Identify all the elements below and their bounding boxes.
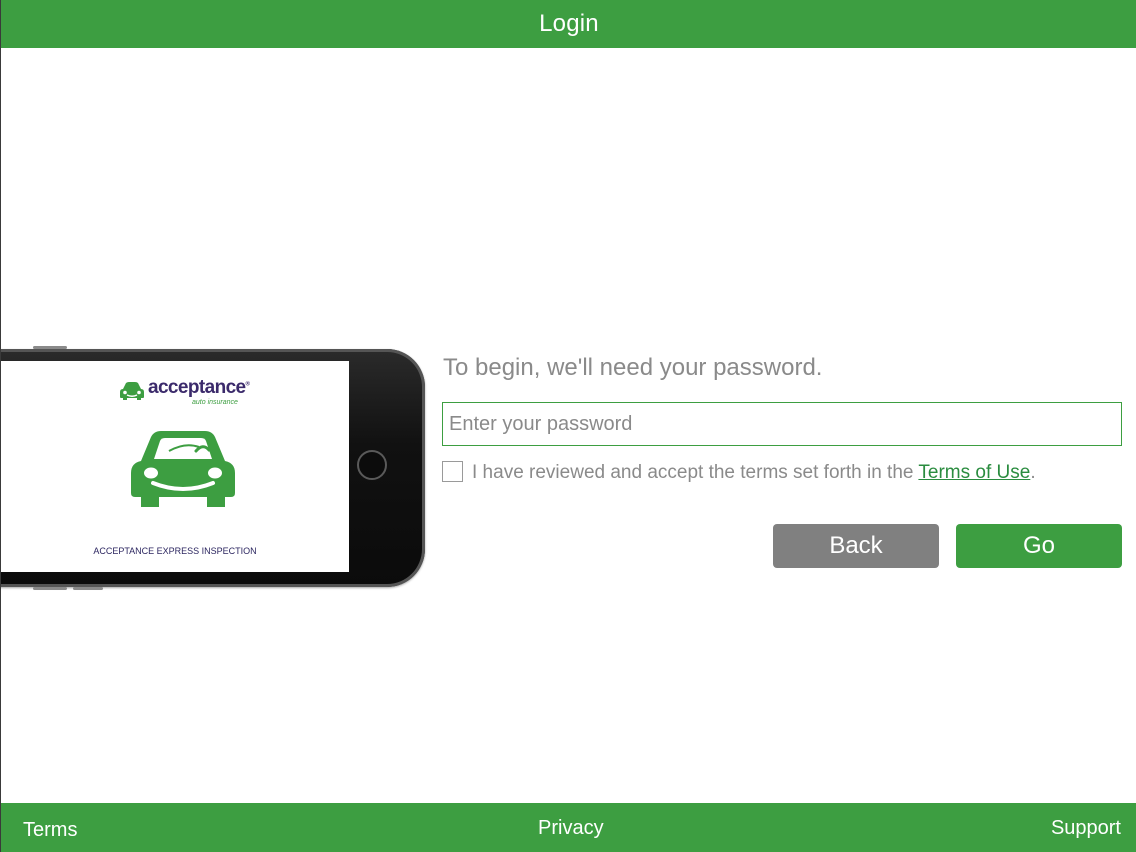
terms-of-use-link[interactable]: Terms of Use	[918, 462, 1030, 483]
brand-name: acceptance®	[148, 377, 250, 398]
brand-tagline: auto insurance	[192, 399, 238, 406]
acceptance-logo: acceptance® auto insurance	[119, 377, 250, 407]
go-button[interactable]: Go	[956, 524, 1122, 568]
phone-side-button	[33, 346, 67, 349]
login-page: Login acceptance® auto insurance ACCEPTA…	[0, 0, 1136, 852]
car-logo-icon	[120, 382, 144, 400]
footer-privacy-link[interactable]: Privacy	[538, 817, 604, 840]
phone-side-button	[73, 587, 103, 590]
footer-support-link[interactable]: Support	[1051, 817, 1121, 840]
footer-bar: Terms Privacy Support	[1, 803, 1136, 852]
phone-screen: acceptance® auto insurance ACCEPTANCE EX…	[1, 361, 349, 572]
footer-terms-link[interactable]: Terms	[23, 819, 77, 842]
accept-terms-checkbox[interactable]	[442, 461, 463, 482]
header-bar: Login	[1, 0, 1136, 48]
password-input[interactable]	[442, 402, 1122, 446]
phone-side-button	[33, 587, 67, 590]
phone-home-button	[357, 450, 387, 480]
password-prompt: To begin, we'll need your password.	[443, 354, 823, 381]
accept-terms-label: I have reviewed and accept the terms set…	[472, 462, 1036, 483]
inspection-caption: ACCEPTANCE EXPRESS INSPECTION	[93, 546, 257, 556]
page-title: Login	[539, 10, 599, 37]
smiling-car-icon	[131, 431, 235, 507]
back-button[interactable]: Back	[773, 524, 939, 568]
phone-illustration: acceptance® auto insurance ACCEPTANCE EX…	[1, 346, 425, 590]
